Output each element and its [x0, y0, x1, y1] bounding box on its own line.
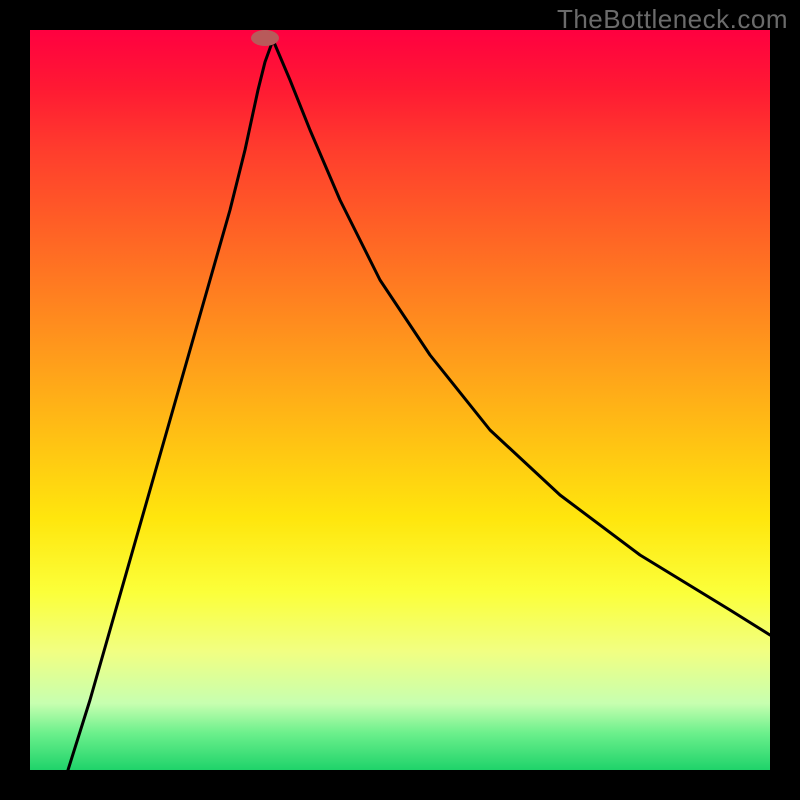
- watermark-text: TheBottleneck.com: [557, 4, 788, 35]
- plot-area: [30, 30, 770, 770]
- chart-frame: TheBottleneck.com: [0, 0, 800, 800]
- minimum-marker: [251, 30, 279, 46]
- chart-svg: [30, 30, 770, 770]
- bottleneck-curve: [68, 40, 770, 770]
